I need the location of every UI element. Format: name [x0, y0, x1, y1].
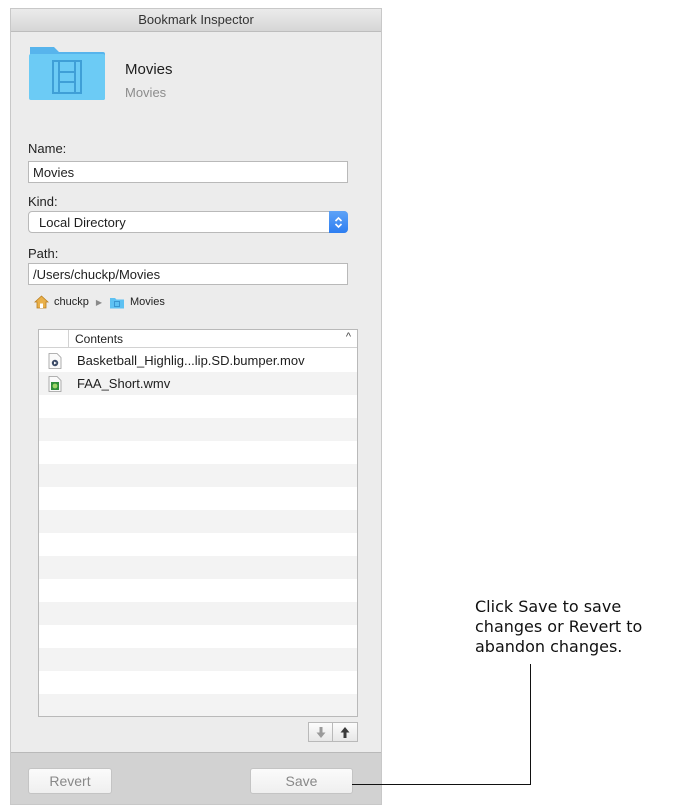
movie-file-icon	[48, 352, 62, 369]
move-down-button[interactable]	[308, 722, 333, 742]
path-control: chuckp ▶ Movies	[34, 293, 165, 311]
contents-header[interactable]: Contents ^	[39, 330, 357, 348]
name-label: Name:	[28, 141, 67, 156]
pathbar-item-home[interactable]: chuckp	[34, 295, 89, 309]
empty-row	[39, 671, 357, 694]
kind-select-value: Local Directory	[39, 215, 126, 230]
home-icon	[34, 295, 49, 309]
empty-row	[39, 510, 357, 533]
pathbar-item-movies[interactable]: Movies	[109, 296, 165, 309]
media-file-icon	[48, 375, 62, 392]
empty-row	[39, 625, 357, 648]
callout-leader-horizontal	[352, 784, 531, 785]
callout-line: abandon changes.	[475, 637, 623, 656]
empty-row	[39, 602, 357, 625]
path-label: Path:	[28, 246, 59, 261]
empty-row	[39, 579, 357, 602]
sort-ascending-icon: ^	[345, 331, 351, 343]
empty-row	[39, 464, 357, 487]
select-stepper-icon	[329, 211, 348, 233]
item-name-heading: Movies	[125, 61, 173, 78]
table-row[interactable]: Basketball_Highlig...lip.SD.bumper.mov	[39, 349, 357, 372]
arrow-up-icon	[340, 726, 350, 738]
contents-column-title: Contents	[75, 331, 124, 346]
callout-line: changes or Revert to	[475, 617, 643, 636]
save-button[interactable]: Save	[250, 768, 353, 794]
reorder-controls	[308, 722, 358, 742]
folder-icon	[110, 297, 125, 308]
file-name: Basketball_Highlig...lip.SD.bumper.mov	[77, 353, 305, 368]
item-kind-subtitle: Movies	[125, 85, 167, 100]
empty-row	[39, 418, 357, 441]
file-name: FAA_Short.wmv	[77, 376, 171, 391]
path-field[interactable]	[28, 263, 348, 285]
name-field[interactable]	[28, 161, 348, 183]
empty-row	[39, 441, 357, 464]
movies-folder-icon	[28, 41, 106, 101]
empty-row	[39, 533, 357, 556]
path-separator-icon: ▶	[95, 297, 103, 307]
contents-list: Basketball_Highlig...lip.SD.bumper.mov F…	[39, 349, 357, 716]
callout-leader-vertical	[530, 664, 531, 785]
arrow-down-icon	[316, 726, 325, 738]
move-up-button[interactable]	[333, 722, 358, 742]
table-row[interactable]: FAA_Short.wmv	[39, 372, 357, 395]
callout-annotation: Click Save to save changes or Revert to …	[475, 597, 683, 657]
bottom-toolbar: Revert Save	[11, 752, 381, 804]
pathbar-label: chuckp	[54, 296, 89, 308]
header-spacer	[39, 330, 69, 347]
kind-select[interactable]: Local Directory	[28, 211, 348, 233]
empty-row	[39, 395, 357, 418]
window-title: Bookmark Inspector	[11, 9, 381, 32]
callout-line: Click Save to save	[475, 597, 622, 616]
empty-row	[39, 487, 357, 510]
pathbar-label: Movies	[130, 296, 165, 308]
kind-label: Kind:	[28, 194, 58, 209]
empty-row	[39, 556, 357, 579]
empty-row	[39, 648, 357, 671]
contents-table[interactable]: Contents ^ Basketball_Highlig...lip.SD.b…	[38, 329, 358, 717]
empty-row	[39, 694, 357, 716]
bookmark-inspector-window: Bookmark Inspector Movies Movies Name: K…	[10, 8, 382, 805]
revert-button[interactable]: Revert	[28, 768, 112, 794]
